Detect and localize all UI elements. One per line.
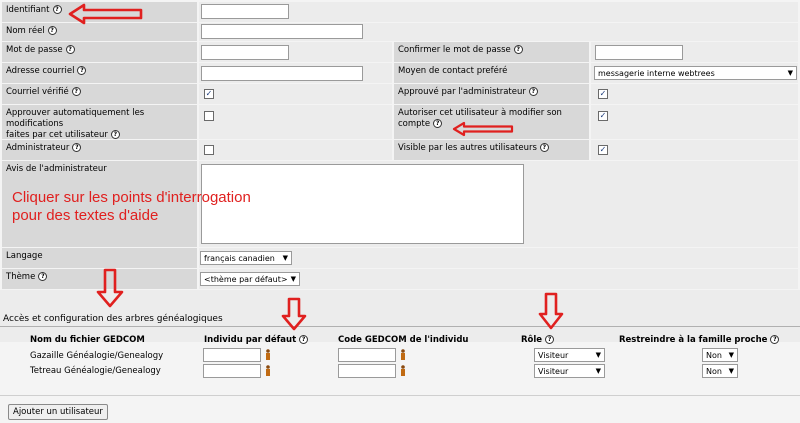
help-icon[interactable]: ? [299,335,309,344]
person-icon[interactable] [265,349,271,360]
add-user-button[interactable]: Ajouter un utilisateur [8,404,108,420]
help-icon[interactable]: ? [513,45,523,54]
role-select[interactable]: Visiteur ▼ [534,348,605,362]
tree-name: Tetreau Généalogie/Genealogy [30,366,161,376]
chevron-down-icon: ▼ [595,351,601,359]
identifiant-input[interactable] [201,4,289,19]
help-icon[interactable]: ? [47,26,57,35]
chevron-down-icon: ▼ [787,69,793,77]
nom-reel-label: Nom réel? [2,23,197,41]
help-annotation-text: Cliquer sur les points d'interrogation p… [12,189,251,224]
help-icon[interactable]: ? [65,45,75,54]
auto-accept-checkbox[interactable] [204,111,214,121]
down-arrow-annotation [281,297,307,331]
col-header-default-individual: Individu par défaut? [204,335,309,345]
courriel-verifie-label: Courriel vérifié? [2,84,197,104]
chevron-down-icon: ▼ [282,254,288,262]
default-individual-input[interactable] [203,364,261,378]
left-arrow-annotation [68,3,143,25]
restrict-select[interactable]: Non ▼ [702,364,738,378]
help-icon[interactable]: ? [770,335,780,344]
help-icon[interactable]: ? [72,143,82,152]
chevron-down-icon: ▼ [290,275,296,283]
person-icon[interactable] [400,349,406,360]
visible-label: Visible par les autres utilisateurs? [394,140,589,160]
adresse-label: Adresse courriel? [2,63,197,83]
help-icon[interactable]: ? [77,66,87,75]
confirmer-label: Confirmer le mot de passe? [394,42,589,62]
tree-name: Gazaille Généalogie/Genealogy [30,351,164,361]
editaccount-checkbox[interactable]: ✓ [598,111,608,121]
theme-select[interactable]: <thème par défaut> ▼ [200,272,300,286]
help-icon[interactable]: ? [433,119,443,128]
gedcom-code-input[interactable] [338,364,396,378]
person-icon[interactable] [265,365,271,376]
left-arrow-annotation [452,121,514,137]
trees-section-title: Accès et configuration des arbres généal… [3,314,223,324]
email-verified-checkbox[interactable]: ✓ [204,89,214,99]
down-arrow-annotation [96,268,124,308]
approuve-label: Approuvé par l'administrateur? [394,84,589,104]
chevron-down-icon: ▼ [595,367,601,375]
mot-de-passe-label: Mot de passe? [2,42,197,62]
visible-online-checkbox[interactable]: ✓ [598,145,608,155]
nom-reel-input[interactable] [201,24,363,39]
language-select[interactable]: français canadien ▼ [200,251,292,265]
moyen-label: Moyen de contact preféré [394,63,589,83]
help-icon[interactable]: ? [539,143,549,152]
gedcom-code-input[interactable] [338,348,396,362]
langage-label: Langage [2,248,197,268]
person-icon[interactable] [400,365,406,376]
col-header-restrict: Restreindre à la famille proche? [619,335,780,345]
help-icon[interactable]: ? [110,130,120,139]
down-arrow-annotation [538,292,564,330]
role-select[interactable]: Visiteur ▼ [534,364,605,378]
confirm-password-input[interactable] [595,45,683,60]
administrateur-label: Administrateur? [2,140,197,160]
contact-method-select[interactable]: messagerie interne webtrees ▼ [594,66,797,80]
password-input[interactable] [201,45,289,60]
chevron-down-icon: ▼ [728,351,734,359]
help-icon[interactable]: ? [545,335,555,344]
help-icon[interactable]: ? [71,87,81,96]
default-individual-input[interactable] [203,348,261,362]
help-icon[interactable]: ? [528,87,538,96]
help-icon[interactable]: ? [52,5,62,14]
email-input[interactable] [201,66,363,81]
approuver-auto-label: Approuver automatiquement les modificati… [2,105,197,140]
help-icon[interactable]: ? [38,272,48,281]
col-header-role: Rôle? [521,335,555,345]
chevron-down-icon: ▼ [728,367,734,375]
approved-checkbox[interactable]: ✓ [598,89,608,99]
restrict-select[interactable]: Non ▼ [702,348,738,362]
col-header-file: Nom du fichier GEDCOM [30,335,145,345]
col-header-gedcom-code: Code GEDCOM de l'individu [338,335,469,345]
admin-checkbox[interactable] [204,145,214,155]
